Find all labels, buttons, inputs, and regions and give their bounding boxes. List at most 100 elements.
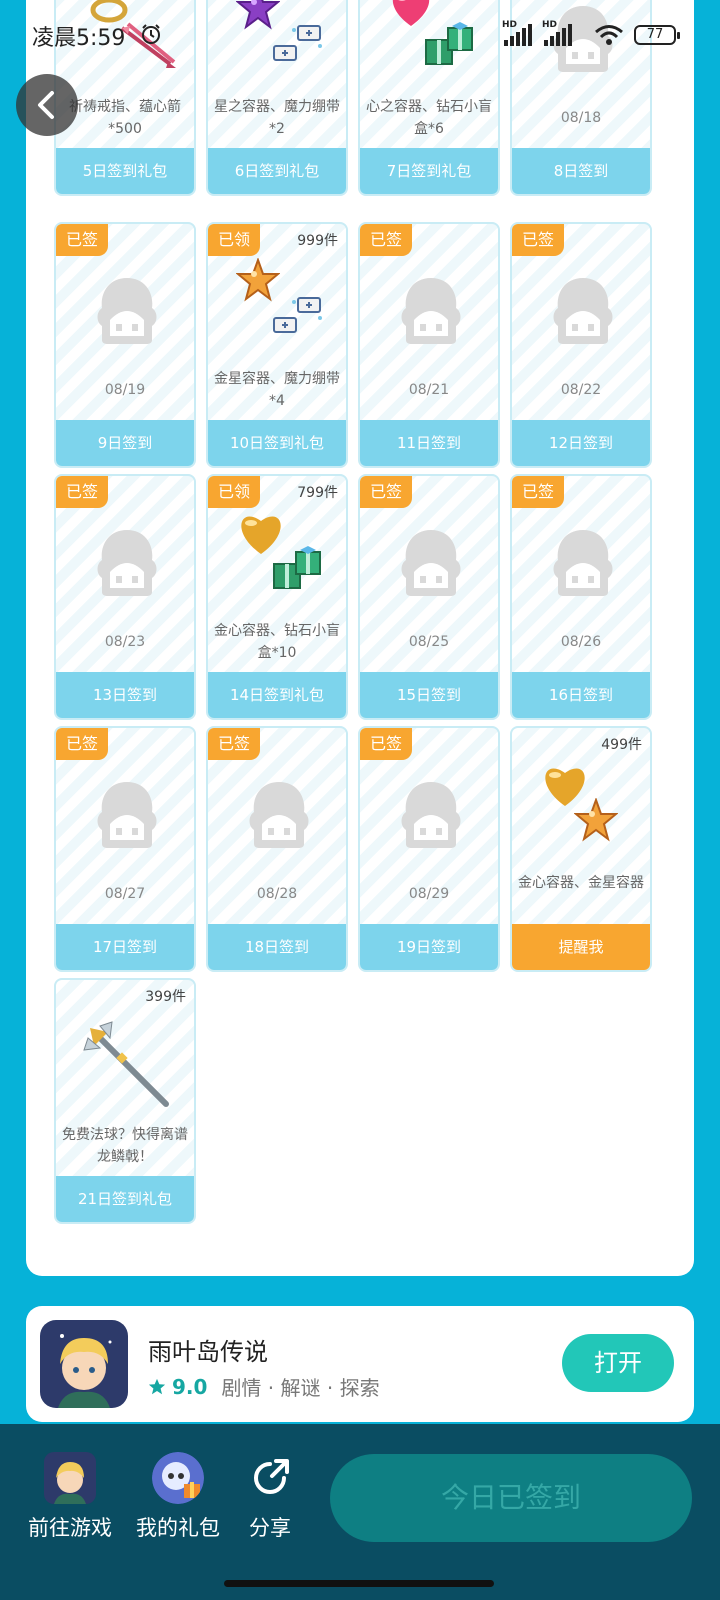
app-tags: 剧情 · 解谜 · 探索 xyxy=(221,1376,380,1400)
home-indicator[interactable] xyxy=(224,1580,494,1587)
placeholder-icon xyxy=(94,274,160,346)
reward-description: 祈祷戒指、蕴心箭*500 xyxy=(69,99,181,137)
checkin-button[interactable]: 13日签到 xyxy=(56,672,194,718)
stock-count: 399件 xyxy=(145,989,186,1005)
card-date: 08/21 xyxy=(408,382,450,398)
placeholder-icon xyxy=(94,526,160,598)
checkin-card-d20: 499件金心容器、金星容器提醒我 xyxy=(510,726,652,972)
chevron-left-icon xyxy=(38,91,54,119)
stock-count: 999件 xyxy=(297,233,338,249)
app-rating: 9.0 xyxy=(172,1374,208,1399)
app-name: 雨叶岛传说 xyxy=(148,1338,268,1366)
checkin-card-d19: 已签 08/29 19日签到 xyxy=(358,726,500,972)
reward-description: 星之容器、魔力绷带*2 xyxy=(214,99,340,137)
bandage-icon xyxy=(270,294,324,342)
card-date: 08/23 xyxy=(104,634,146,650)
nav-my-gifts[interactable]: 我的礼包 xyxy=(136,1452,220,1542)
checkin-button[interactable]: 21日签到礼包 xyxy=(56,1176,194,1222)
gift-bag-icon xyxy=(152,1452,204,1504)
checkin-button[interactable]: 7日签到礼包 xyxy=(360,148,498,194)
halberd-icon xyxy=(82,1020,172,1114)
alarm-icon xyxy=(142,24,160,44)
star-icon xyxy=(148,1378,166,1394)
bottom-bar: 前往游戏 我的礼包 分享 今日已签到 xyxy=(0,1424,720,1600)
placeholder-icon xyxy=(550,526,616,598)
card-date: 08/18 xyxy=(560,110,602,126)
checkin-card-d21: 399件免费法球？快得离谱 龙鳞戟！ 21日签到礼包 xyxy=(54,978,196,1224)
checkin-panel: 祈祷戒指、蕴心箭*500 5日签到礼包 星之容器、魔力绷带*2 6日签到礼包 心之容器、… xyxy=(26,0,694,1276)
stock-count: 499件 xyxy=(601,737,642,753)
reward-description: 金心容器、钻石小盲盒*10 xyxy=(214,623,340,661)
app-icon xyxy=(40,1320,128,1408)
checkin-card-d12: 已签 08/22 12日签到 xyxy=(510,222,652,468)
open-app-button[interactable]: 打开 xyxy=(562,1334,674,1392)
battery-indicator: 77 xyxy=(634,25,680,45)
game-avatar-icon xyxy=(44,1452,96,1504)
placeholder-icon xyxy=(550,274,616,346)
checkin-button[interactable]: 5日签到礼包 xyxy=(56,148,194,194)
checkin-button[interactable]: 18日签到 xyxy=(208,924,346,970)
status-badge: 已签 xyxy=(360,224,413,256)
reward-description: 心之容器、钻石小盲盒*6 xyxy=(366,99,492,137)
status-badge: 已领 xyxy=(208,224,261,256)
nav-share[interactable]: 分享 xyxy=(244,1452,296,1542)
card-date: 08/22 xyxy=(560,382,602,398)
checkin-button[interactable]: 12日签到 xyxy=(512,420,650,466)
card-date: 08/26 xyxy=(560,634,602,650)
back-button[interactable] xyxy=(16,74,78,136)
checkin-button[interactable]: 9日签到 xyxy=(56,420,194,466)
card-date: 08/19 xyxy=(104,382,146,398)
signal-icon: HD xyxy=(542,20,578,46)
placeholder-icon xyxy=(398,526,464,598)
status-badge: 已签 xyxy=(208,728,261,760)
app-meta: 9.0 剧情 · 解谜 · 探索 xyxy=(148,1372,380,1401)
placeholder-icon xyxy=(94,778,160,850)
status-badge: 已签 xyxy=(56,224,109,256)
gift-box-icon xyxy=(270,546,324,596)
placeholder-icon xyxy=(398,778,464,850)
wifi-icon xyxy=(595,25,623,45)
checkin-button[interactable]: 17日签到 xyxy=(56,924,194,970)
checkin-button[interactable]: 16日签到 xyxy=(512,672,650,718)
card-date: 08/25 xyxy=(408,634,450,650)
reward-description: 金心容器、金星容器 xyxy=(518,875,644,891)
status-time: 凌晨5:59 xyxy=(32,26,126,51)
placeholder-icon xyxy=(246,778,312,850)
checkin-button[interactable]: 11日签到 xyxy=(360,420,498,466)
app-card: 雨叶岛传说 9.0 剧情 · 解谜 · 探索 打开 xyxy=(26,1306,694,1422)
checkin-card-d16: 已签 08/26 16日签到 xyxy=(510,474,652,720)
remind-me-button[interactable]: 提醒我 xyxy=(512,924,650,970)
reward-description: 金星容器、魔力绷带*4 xyxy=(214,371,340,409)
share-icon xyxy=(244,1452,296,1504)
status-bar: 凌晨5:59 HD HD 77 xyxy=(0,0,720,70)
checkin-card-d17: 已签 08/27 17日签到 xyxy=(54,726,196,972)
nav-share-label: 分享 xyxy=(249,1516,291,1540)
checkin-card-d11: 已签 08/21 11日签到 xyxy=(358,222,500,468)
checkin-button[interactable]: 10日签到礼包 xyxy=(208,420,346,466)
reward-description: 免费法球？快得离谱 龙鳞戟！ xyxy=(62,1127,188,1165)
checkin-button[interactable]: 14日签到礼包 xyxy=(208,672,346,718)
status-badge: 已签 xyxy=(512,476,565,508)
checkin-button[interactable]: 8日签到 xyxy=(512,148,650,194)
checkin-button[interactable]: 19日签到 xyxy=(360,924,498,970)
signal-icon: HD xyxy=(502,20,538,46)
status-badge: 已签 xyxy=(56,476,109,508)
checkin-card-d15: 已签 08/25 15日签到 xyxy=(358,474,500,720)
status-badge: 已签 xyxy=(360,728,413,760)
gold-star-icon xyxy=(573,797,619,846)
checkin-card-d9: 已签 08/19 9日签到 xyxy=(54,222,196,468)
card-date: 08/28 xyxy=(256,886,298,902)
checkin-button[interactable]: 15日签到 xyxy=(360,672,498,718)
signed-today-button: 今日已签到 xyxy=(330,1454,692,1542)
status-badge: 已签 xyxy=(56,728,109,760)
status-badge: 已签 xyxy=(512,224,565,256)
nav-go-game-label: 前往游戏 xyxy=(28,1516,112,1540)
checkin-card-d13: 已签 08/23 13日签到 xyxy=(54,474,196,720)
card-date: 08/29 xyxy=(408,886,450,902)
checkin-card-d10: 已领 999件金星容器、魔力绷带*4 10日签到礼包 xyxy=(206,222,348,468)
nav-go-game[interactable]: 前往游戏 xyxy=(28,1452,112,1542)
card-date: 08/27 xyxy=(104,886,146,902)
checkin-button[interactable]: 6日签到礼包 xyxy=(208,148,346,194)
checkin-card-d14: 已领 799件 金心容器、钻石小盲盒*10 14日签到礼包 xyxy=(206,474,348,720)
nav-my-gifts-label: 我的礼包 xyxy=(136,1516,220,1540)
